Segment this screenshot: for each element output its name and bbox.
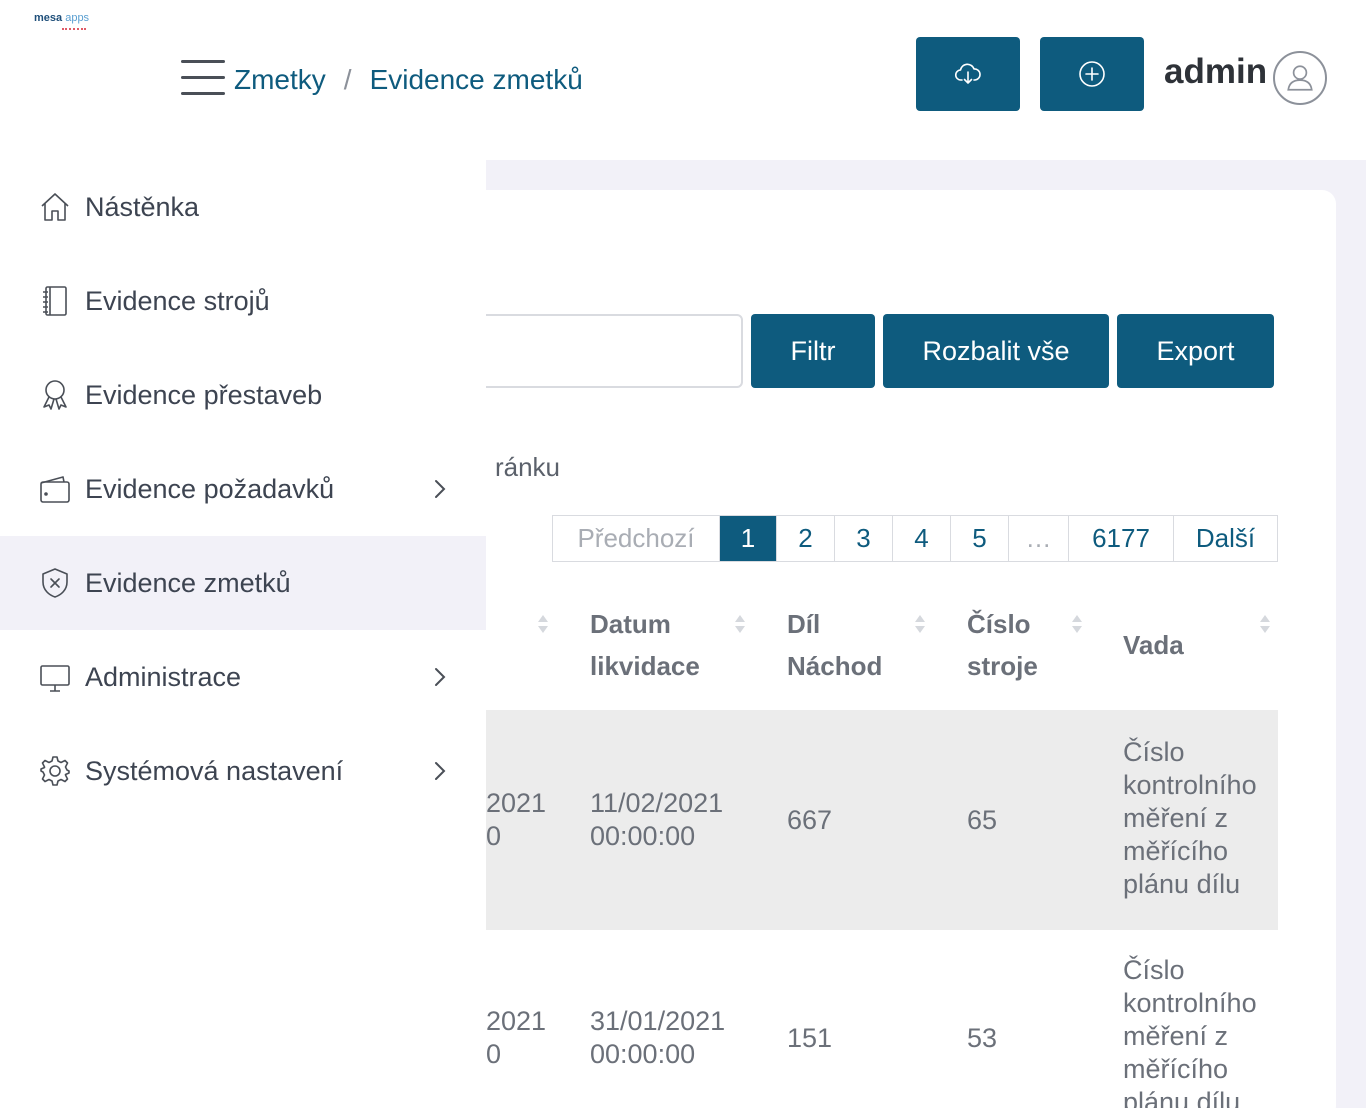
cell-line: měření z (1123, 1021, 1229, 1051)
expand-all-button[interactable]: Rozbalit vše (883, 314, 1109, 388)
pagination: Předchozí 1 2 3 4 5 … 6177 Další (552, 515, 1278, 562)
pagination-ellipsis: … (1009, 516, 1069, 561)
column-header-line: Náchod (787, 651, 883, 681)
pagination-next[interactable]: Další (1174, 516, 1277, 561)
pagination-page-2[interactable]: 2 (777, 516, 835, 561)
add-button[interactable] (1040, 37, 1144, 111)
pagination-page-3[interactable]: 3 (835, 516, 893, 561)
sidebar-item-label: Nástěnka (85, 191, 200, 222)
table-cell-partial-date: 2021 0 (486, 787, 546, 853)
breadcrumb-current-page[interactable]: Evidence zmetků (370, 64, 583, 96)
sidebar-item-systemova-nastaveni[interactable]: Systémová nastavení (0, 724, 486, 818)
sidebar-item-label: Evidence požadavků (85, 473, 335, 504)
cell-line: 0 (486, 821, 502, 851)
sidebar-item-evidence-stroju[interactable]: Evidence strojů (0, 254, 486, 348)
cell-line: kontrolního (1123, 770, 1257, 800)
cell-line: plánu dílu (1123, 869, 1241, 899)
cell-line: 11/02/2021 (590, 788, 724, 818)
user-name[interactable]: admin (1164, 52, 1267, 92)
user-avatar-icon[interactable] (1273, 51, 1327, 105)
pagination-page-5[interactable]: 5 (951, 516, 1009, 561)
column-header-dil-nachod[interactable]: Díl Náchod (787, 603, 882, 687)
cloud-download-icon (954, 63, 981, 84)
sidebar-item-nastenka[interactable]: Nástěnka (0, 160, 486, 254)
logo-bold-text: mesa (34, 12, 63, 24)
plus-circle-icon (1079, 61, 1105, 87)
sidebar-item-label: Systémová nastavení (85, 755, 344, 786)
table-cell-datum-likvidace: 31/01/2021 00:00:00 (590, 1005, 725, 1071)
column-header-line: Díl (787, 609, 821, 639)
table-cell-partial-date: 2021 0 (486, 1005, 546, 1071)
breadcrumb-section-link[interactable]: Zmetky (234, 64, 326, 96)
hamburger-menu-icon[interactable] (181, 60, 225, 98)
sidebar-item-evidence-zmetku[interactable]: Evidence zmetků (0, 536, 486, 630)
cell-line: 0 (486, 1039, 502, 1069)
sort-icon[interactable] (914, 613, 926, 635)
cell-line: 31/01/2021 (590, 1006, 726, 1036)
table-cell-datum-likvidace: 11/02/2021 00:00:00 (590, 787, 723, 853)
cell-line: měřícího (1123, 1054, 1229, 1084)
cell-line: měření z (1123, 803, 1229, 833)
sort-icon[interactable] (1071, 613, 1083, 635)
monitor-icon (38, 660, 72, 694)
table-cell-dil: 151 (787, 1023, 833, 1053)
cell-line: 00:00:00 (590, 1039, 696, 1069)
cell-line: 2021 (486, 788, 547, 818)
award-icon (38, 378, 72, 412)
column-header-datum-likvidace[interactable]: Datum likvidace (590, 603, 700, 687)
sidebar-item-label: Evidence strojů (85, 285, 270, 316)
pagination-last-page[interactable]: 6177 (1069, 516, 1174, 561)
sort-icon[interactable] (537, 613, 549, 635)
table-cell-vada: Číslo kontrolního měření z měřícího plán… (1123, 954, 1273, 1108)
chevron-right-icon[interactable] (430, 477, 450, 501)
pagination-page-1[interactable]: 1 (720, 516, 777, 561)
table-cell-stroj: 65 (967, 805, 998, 835)
export-button[interactable]: Export (1117, 314, 1274, 388)
home-icon (38, 190, 72, 224)
cell-line: měřícího (1123, 836, 1229, 866)
sidebar-item-evidence-pozadavku[interactable]: Evidence požadavků (0, 442, 486, 536)
logo-dots (62, 28, 86, 31)
breadcrumb-separator: / (343, 64, 352, 95)
table-cell-vada: Číslo kontrolního měření z měřícího plán… (1123, 736, 1273, 901)
shield-x-icon (38, 566, 72, 600)
breadcrumb: Zmetky / Evidence zmetků (234, 60, 583, 100)
sidebar-item-evidence-prestaveb[interactable]: Evidence přestaveb (0, 348, 486, 442)
logo: mesa apps (34, 12, 89, 24)
sort-icon[interactable] (734, 613, 746, 635)
logo-light-text: apps (65, 12, 90, 24)
pagination-page-4[interactable]: 4 (893, 516, 951, 561)
cell-line: plánu dílu (1123, 1087, 1241, 1108)
cell-line: 2021 (486, 1006, 547, 1036)
filter-button[interactable]: Filtr (751, 314, 875, 388)
table-cell-stroj: 53 (967, 1023, 998, 1053)
column-header-line: Datum (590, 609, 671, 639)
download-button[interactable] (916, 37, 1020, 111)
column-header-vada[interactable]: Vada (1123, 624, 1184, 666)
sidebar-item-administrace[interactable]: Administrace (0, 630, 486, 724)
sidebar-item-label: Evidence přestaveb (85, 379, 323, 410)
cell-line: Číslo (1123, 737, 1185, 767)
table-cell-dil: 667 (787, 805, 833, 835)
column-header-line: Číslo (967, 609, 1031, 639)
cell-line: Číslo (1123, 955, 1185, 985)
sidebar-item-label: Evidence zmetků (85, 567, 291, 598)
notebook-icon (38, 284, 72, 318)
cell-line: 00:00:00 (590, 821, 696, 851)
wallet-icon (38, 472, 72, 506)
column-header-line: stroje (967, 651, 1038, 681)
column-header-cislo-stroje[interactable]: Číslo stroje (967, 603, 1038, 687)
column-header-line: likvidace (590, 651, 700, 681)
cell-line: kontrolního (1123, 988, 1257, 1018)
pagination-previous[interactable]: Předchozí (553, 516, 720, 561)
sidebar-item-label: Administrace (85, 661, 242, 692)
gear-icon (38, 754, 72, 788)
sidebar: Nástěnka Evidence strojů Evidence přesta… (0, 160, 486, 1108)
chevron-right-icon[interactable] (430, 759, 450, 783)
sort-icon[interactable] (1259, 613, 1271, 635)
chevron-right-icon[interactable] (430, 665, 450, 689)
